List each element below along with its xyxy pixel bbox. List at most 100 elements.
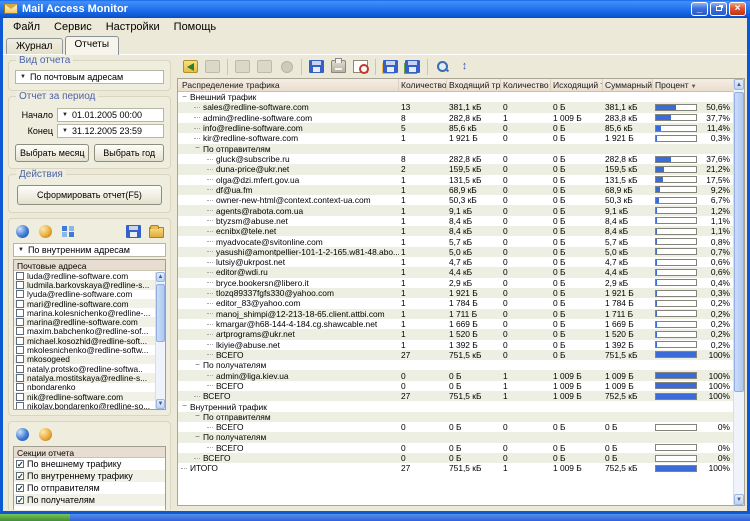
table-row[interactable]: editor_83@yahoo.com 1 1 784 Б 0 0 Б 1 784 Б 0,… — [178, 298, 733, 308]
menu-item-сервис[interactable]: Сервис — [47, 20, 99, 34]
list-item[interactable]: ludmila.barkovskaya@redline-s... — [14, 280, 165, 290]
menu-item-файл[interactable]: Файл — [6, 20, 47, 34]
select-month-button[interactable]: Выбрать месяц — [15, 144, 90, 162]
list-item[interactable]: nataly.protsko@redline-softwa.. — [14, 364, 165, 373]
print-preview-button[interactable] — [351, 58, 370, 76]
menu-item-помощь[interactable]: Помощь — [167, 20, 224, 34]
collapse-icon[interactable]: − — [181, 402, 188, 410]
table-row[interactable]: − По отправителям — [178, 411, 733, 422]
table-row[interactable]: kir@redline-software.com 1 1 921 Б 0 0 Б 1 92… — [178, 133, 733, 143]
table-row[interactable]: ВСЕГО 0 0 Б 0 0 Б 0 Б 0% — [178, 443, 733, 453]
table-row[interactable]: sales@redline-software.com 13 381,1 кБ 0 0 Б… — [178, 102, 733, 113]
table-scrollbar[interactable]: ▲ ▼ — [733, 79, 744, 505]
report-nav-button[interactable] — [181, 58, 200, 76]
list-item[interactable]: mkosogeed — [14, 354, 165, 364]
table-row[interactable]: ВСЕГО 0 0 Б 0 0 Б 0 Б 0% — [178, 452, 733, 464]
table-row[interactable]: yasushi@amontpellier-101-1-2-165.w81-48.… — [178, 246, 733, 257]
table-row[interactable]: ВСЕГО 27 751,5 кБ 1 1 009 Б 752,5 кБ 100% — [178, 391, 733, 402]
checkbox-icon[interactable] — [16, 401, 24, 409]
table-row[interactable]: editor@wdi.ru 1 4,4 кБ 0 0 Б 4,4 кБ 0,6% — [178, 267, 733, 278]
start-button-sliver[interactable] — [0, 514, 70, 521]
checkbox-checked-icon[interactable]: ✓ — [16, 472, 24, 481]
table-row[interactable]: manoj_shimpi@12-213-18-65.client.attbi.c… — [178, 308, 733, 319]
select-year-button[interactable]: Выбрать год — [94, 144, 164, 162]
column-header[interactable]: Входящий тр — [447, 79, 501, 91]
list-item[interactable]: luda@redline-software.com — [14, 271, 165, 280]
check-all-button[interactable] — [13, 426, 32, 444]
restore-button[interactable] — [710, 2, 727, 16]
list-item[interactable]: nbondarenko — [14, 383, 165, 392]
list-item[interactable]: ✓ По внутреннему трафику — [14, 470, 165, 482]
table-row[interactable]: ВСЕГО 0 0 Б 1 1 009 Б 1 009 Б 100% — [178, 381, 733, 391]
checkbox-checked-icon[interactable]: ✓ — [16, 496, 24, 505]
export-button[interactable] — [381, 58, 400, 76]
column-header[interactable]: Количество — [501, 79, 551, 91]
collapse-icon[interactable]: − — [194, 360, 201, 369]
checkbox-icon[interactable] — [16, 280, 24, 289]
tab-отчеты[interactable]: Отчеты — [64, 36, 120, 55]
table-row[interactable]: − Внутренний трафик — [178, 401, 733, 412]
table-row[interactable]: agents@rabota.com.ua 1 9,1 кБ 0 0 Б 9,1 кБ 1,2… — [178, 205, 733, 216]
table-row[interactable]: ВСЕГО 27 751,5 кБ 0 0 Б 751,5 кБ 100% — [178, 349, 733, 361]
period-start-select[interactable]: ▼ 01.01.2005 00:00 — [57, 108, 164, 122]
column-header[interactable]: Процент ▼ — [653, 79, 733, 91]
save-button[interactable] — [307, 58, 326, 76]
list-item[interactable]: marina.kolesnichenko@redline-... — [14, 308, 165, 317]
addresses-scrollbar[interactable]: ▲ ▼ — [155, 272, 165, 409]
column-header[interactable]: Распределение трафика — [178, 79, 399, 91]
table-row[interactable]: df@ua.fm 1 68,9 кБ 0 0 Б 68,9 кБ 9,2% — [178, 184, 733, 196]
table-row[interactable]: kmargar@h68-144-4-184.cg.shawcable.net 1 1… — [178, 319, 733, 329]
list-item[interactable]: nikolay.bondarenko@redline-so... — [14, 401, 165, 409]
list-item[interactable]: nik@redline-software.com — [14, 391, 165, 402]
table-row[interactable]: − Внешний трафик — [178, 92, 733, 102]
checkbox-checked-icon[interactable]: ✓ — [16, 460, 24, 469]
list-item[interactable]: marina@redline-software.com — [14, 317, 165, 327]
list-item[interactable]: michael.kosozhid@redline-soft... — [14, 336, 165, 346]
menu-item-настройки[interactable]: Настройки — [99, 20, 167, 34]
table-row[interactable]: duna-price@ukr.net 2 159,5 кБ 0 0 Б 159,5 кБ 2… — [178, 164, 733, 175]
checkbox-icon[interactable] — [16, 364, 24, 373]
table-row[interactable]: artprograms@ukr.net 1 1 520 Б 0 0 Б 1 520 Б 0,… — [178, 329, 733, 340]
table-row[interactable]: gluck@subscribe.ru 8 282,8 кБ 0 0 Б 282,8 кБ 3… — [178, 154, 733, 164]
checkbox-icon[interactable] — [16, 373, 24, 382]
collapse-icon[interactable]: − — [181, 92, 188, 101]
collapse-icon[interactable]: − — [194, 144, 201, 152]
collapse-icon[interactable]: − — [194, 412, 201, 420]
scroll-up-icon[interactable]: ▲ — [734, 79, 744, 90]
table-row[interactable]: info@redline-software.com 5 85,6 кБ 0 0 Б 85,… — [178, 122, 733, 134]
table-row[interactable]: btyzsm@abuse.net 1 8,4 кБ 0 0 Б 8,4 кБ 1,1% — [178, 216, 733, 226]
checkbox-icon[interactable] — [16, 383, 24, 392]
uncheck-all-button[interactable] — [36, 223, 55, 241]
table-row[interactable]: ecnibx@tele.net 1 8,4 кБ 0 0 Б 8,4 кБ 1,1% — [178, 226, 733, 237]
scroll-down-icon[interactable]: ▼ — [734, 494, 744, 505]
table-row[interactable]: tlozq89337fgfs330@yahoo.com 1 1 921 Б 0 0 Б 1… — [178, 287, 733, 299]
list-item[interactable]: mkolesnichenko@redline-softw... — [14, 345, 165, 355]
scroll-up-icon[interactable]: ▲ — [156, 272, 165, 282]
checkbox-checked-icon[interactable]: ✓ — [16, 484, 24, 493]
column-header[interactable]: Суммарный т — [603, 79, 653, 91]
table-row[interactable]: − По получателям — [178, 360, 733, 370]
collapse-icon[interactable]: − — [194, 432, 201, 441]
table-row[interactable]: ВСЕГО 0 0 Б 0 0 Б 0 Б 0% — [178, 422, 733, 432]
uncheck-all-button[interactable] — [36, 426, 55, 444]
checkbox-icon[interactable] — [16, 327, 24, 336]
check-all-button[interactable] — [13, 223, 32, 241]
table-row[interactable]: myadvocate@svitonline.com 1 5,7 кБ 0 0 Б 5,7 … — [178, 236, 733, 247]
table-row[interactable]: olga@dzi.mfert.gov.ua 1 131,5 кБ 0 0 Б 131,5 … — [178, 175, 733, 185]
export-data-button[interactable] — [403, 58, 422, 76]
close-button[interactable]: × — [729, 2, 746, 16]
scroll-thumb[interactable] — [156, 284, 165, 342]
table-row[interactable]: bryce.bookersn@libero.it 1 2,9 кБ 0 0 Б 2,9 к… — [178, 278, 733, 288]
table-row[interactable]: lkiyie@abuse.net 1 1 392 Б 0 0 Б 1 392 Б 0,2% — [178, 340, 733, 350]
table-row[interactable]: − По получателям — [178, 432, 733, 443]
save-list-button[interactable] — [124, 223, 143, 241]
list-item[interactable]: mari@redline-software.com — [14, 298, 165, 309]
minimize-button[interactable]: _ — [691, 2, 708, 16]
period-end-select[interactable]: ▼ 31.12.2005 23:59 — [57, 124, 164, 138]
open-list-button[interactable] — [147, 223, 166, 241]
print-button[interactable] — [329, 58, 348, 76]
checkbox-icon[interactable] — [16, 299, 24, 308]
scroll-thumb[interactable] — [734, 92, 744, 392]
list-item[interactable]: ✓ По получателям — [14, 494, 165, 506]
list-item[interactable]: maxim.babchenko@redline-sof... — [14, 327, 165, 336]
